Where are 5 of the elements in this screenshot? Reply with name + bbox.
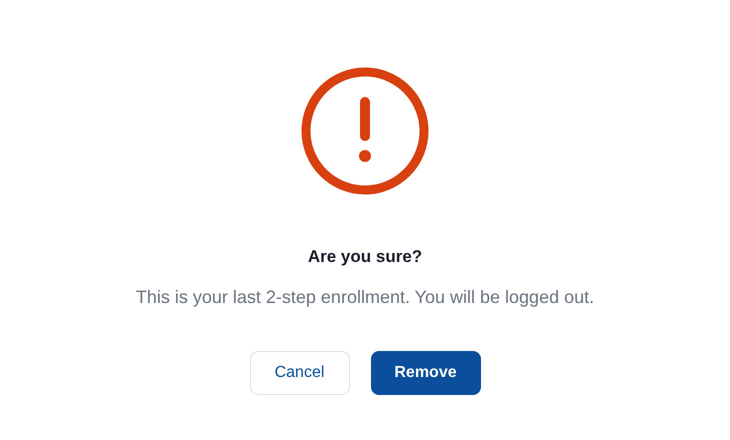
cancel-button[interactable]: Cancel [250,351,350,395]
remove-button[interactable]: Remove [370,351,480,395]
dialog-message: This is your last 2-step enrollment. You will be logged out. [134,286,596,309]
dialog-title: Are you sure? [308,247,422,267]
warning-icon [301,67,429,195]
